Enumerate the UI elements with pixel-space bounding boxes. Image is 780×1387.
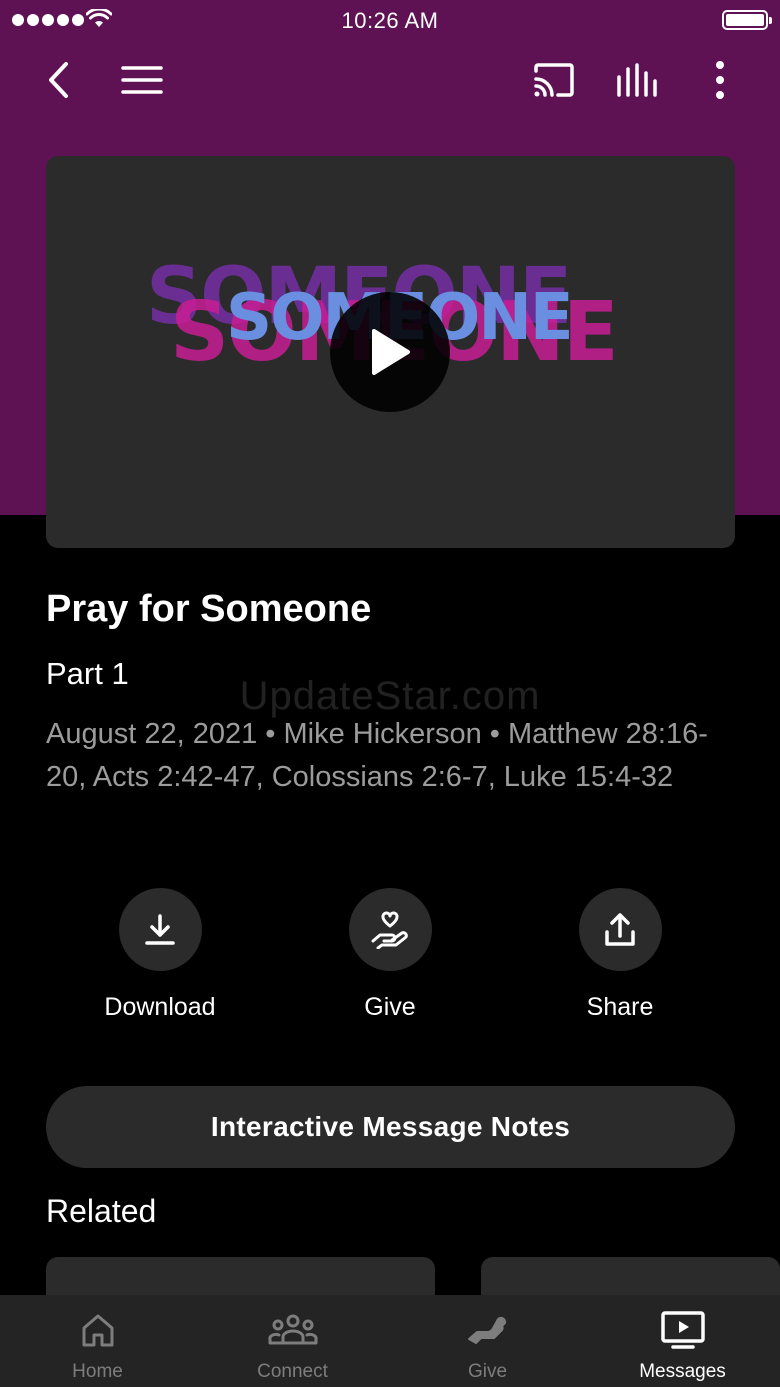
chevron-left-icon [49, 62, 68, 98]
status-time: 10:26 AM [341, 8, 439, 33]
tab-bar: Home Connect Give Messages [0, 1295, 780, 1387]
back-button[interactable] [34, 56, 82, 104]
give-label: Give [364, 993, 416, 1021]
download-icon [145, 913, 175, 945]
tab-give-label: Give [467, 1361, 508, 1382]
tab-messages-label: Messages [639, 1361, 726, 1382]
tab-connect-label: Connect [257, 1361, 328, 1382]
hamburger-menu-icon [121, 66, 163, 94]
tab-give[interactable]: Give [390, 1295, 585, 1387]
share-label: Share [586, 993, 654, 1021]
give-hand-heart-icon [371, 911, 408, 949]
download-button[interactable]: Download [60, 888, 260, 1022]
share-icon [605, 912, 635, 946]
tab-home[interactable]: Home [0, 1295, 195, 1387]
tab-messages[interactable]: Messages [585, 1295, 780, 1387]
more-options-button[interactable] [696, 56, 744, 104]
play-icon [372, 329, 410, 375]
audio-button[interactable] [613, 56, 661, 104]
message-meta: August 22, 2021 • Mike Hickerson • Matth… [46, 718, 708, 793]
video-player[interactable]: SOMEONE SOMEONE SOMEONE [46, 156, 735, 548]
menu-button[interactable] [118, 56, 166, 104]
cast-button[interactable] [530, 56, 578, 104]
give-icon [467, 1316, 506, 1344]
interactive-message-notes-button[interactable]: Interactive Message Notes [46, 1086, 735, 1168]
download-label: Download [104, 993, 216, 1021]
home-icon [82, 1314, 113, 1347]
tv-play-icon [660, 1311, 705, 1349]
people-icon [267, 1314, 318, 1345]
audio-bars-icon [617, 63, 657, 97]
give-action-button[interactable]: Give [290, 888, 490, 1022]
related-heading: Related [46, 1193, 157, 1229]
message-title: Pray for Someone [46, 588, 372, 630]
battery-icon [722, 10, 772, 30]
more-vertical-icon [716, 61, 724, 99]
play-button[interactable] [330, 292, 450, 412]
tab-home-label: Home [72, 1361, 123, 1382]
tab-connect[interactable]: Connect [195, 1295, 390, 1387]
cast-icon [534, 63, 574, 97]
share-button[interactable]: Share [520, 888, 720, 1022]
status-bar: 10:26 AM [0, 0, 780, 40]
